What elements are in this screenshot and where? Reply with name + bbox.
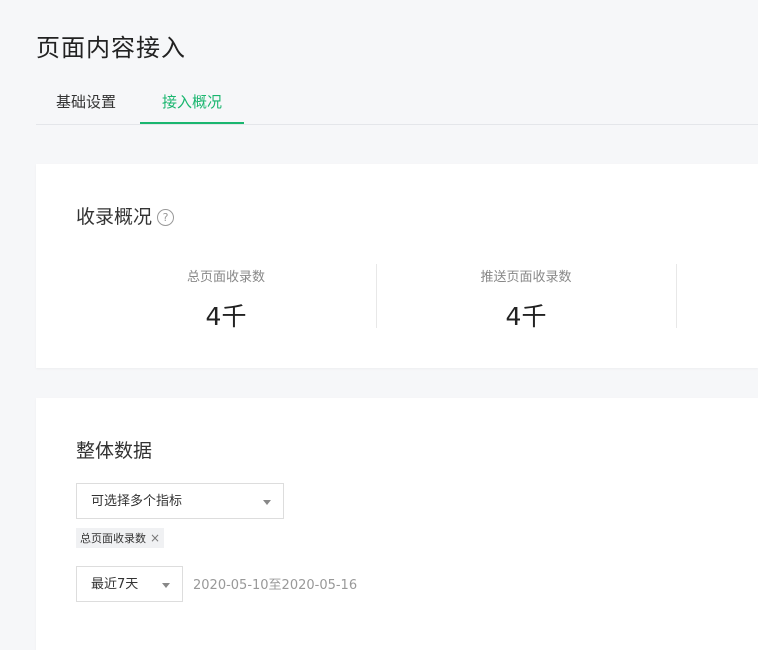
tab-basic-settings[interactable]: 基础设置 — [56, 80, 122, 123]
stat-total-pages: 总页面收录数 4千 — [76, 264, 376, 331]
close-icon[interactable]: × — [150, 531, 160, 545]
question-circle-icon[interactable]: ? — [157, 209, 175, 226]
stat-label: 推送页面收录数 — [480, 270, 572, 285]
metric-select-placeholder: 可选择多个指标 — [91, 494, 183, 509]
tab-access-overview[interactable]: 接入概况 — [140, 80, 244, 124]
stat-value: 4千 — [205, 302, 247, 331]
range-select[interactable]: 最近7天 — [76, 566, 183, 602]
selected-metric-tag: 总页面收录数 × — [76, 528, 165, 548]
overview-card: 收录概况? 总页面收录数 4千 推送页面收录数 4千 — [36, 164, 758, 368]
page-title: 页面内容接入 — [36, 34, 186, 62]
caret-down-icon — [263, 500, 271, 505]
date-range-text: 2020-05-10至2020-05-16 — [193, 578, 358, 593]
overview-title-row: 收录概况? — [76, 202, 175, 229]
caret-down-icon — [162, 583, 170, 588]
stat-label: 总页面收录数 — [186, 270, 265, 285]
overall-title: 整体数据 — [76, 440, 153, 462]
overall-data-card: 整体数据 可选择多个指标 总页面收录数 × 最近7天 2020-05-10至202… — [36, 398, 758, 650]
range-select-value: 最近7天 — [91, 577, 139, 592]
metric-select[interactable]: 可选择多个指标 — [76, 483, 284, 519]
divider — [676, 264, 677, 328]
overview-title: 收录概况 — [76, 206, 153, 228]
stat-value: 4千 — [505, 302, 547, 331]
tag-label: 总页面收录数 — [80, 532, 146, 545]
tab-bar: 基础设置 接入概况 — [36, 80, 758, 125]
stat-pushed-pages: 推送页面收录数 4千 — [376, 264, 676, 331]
